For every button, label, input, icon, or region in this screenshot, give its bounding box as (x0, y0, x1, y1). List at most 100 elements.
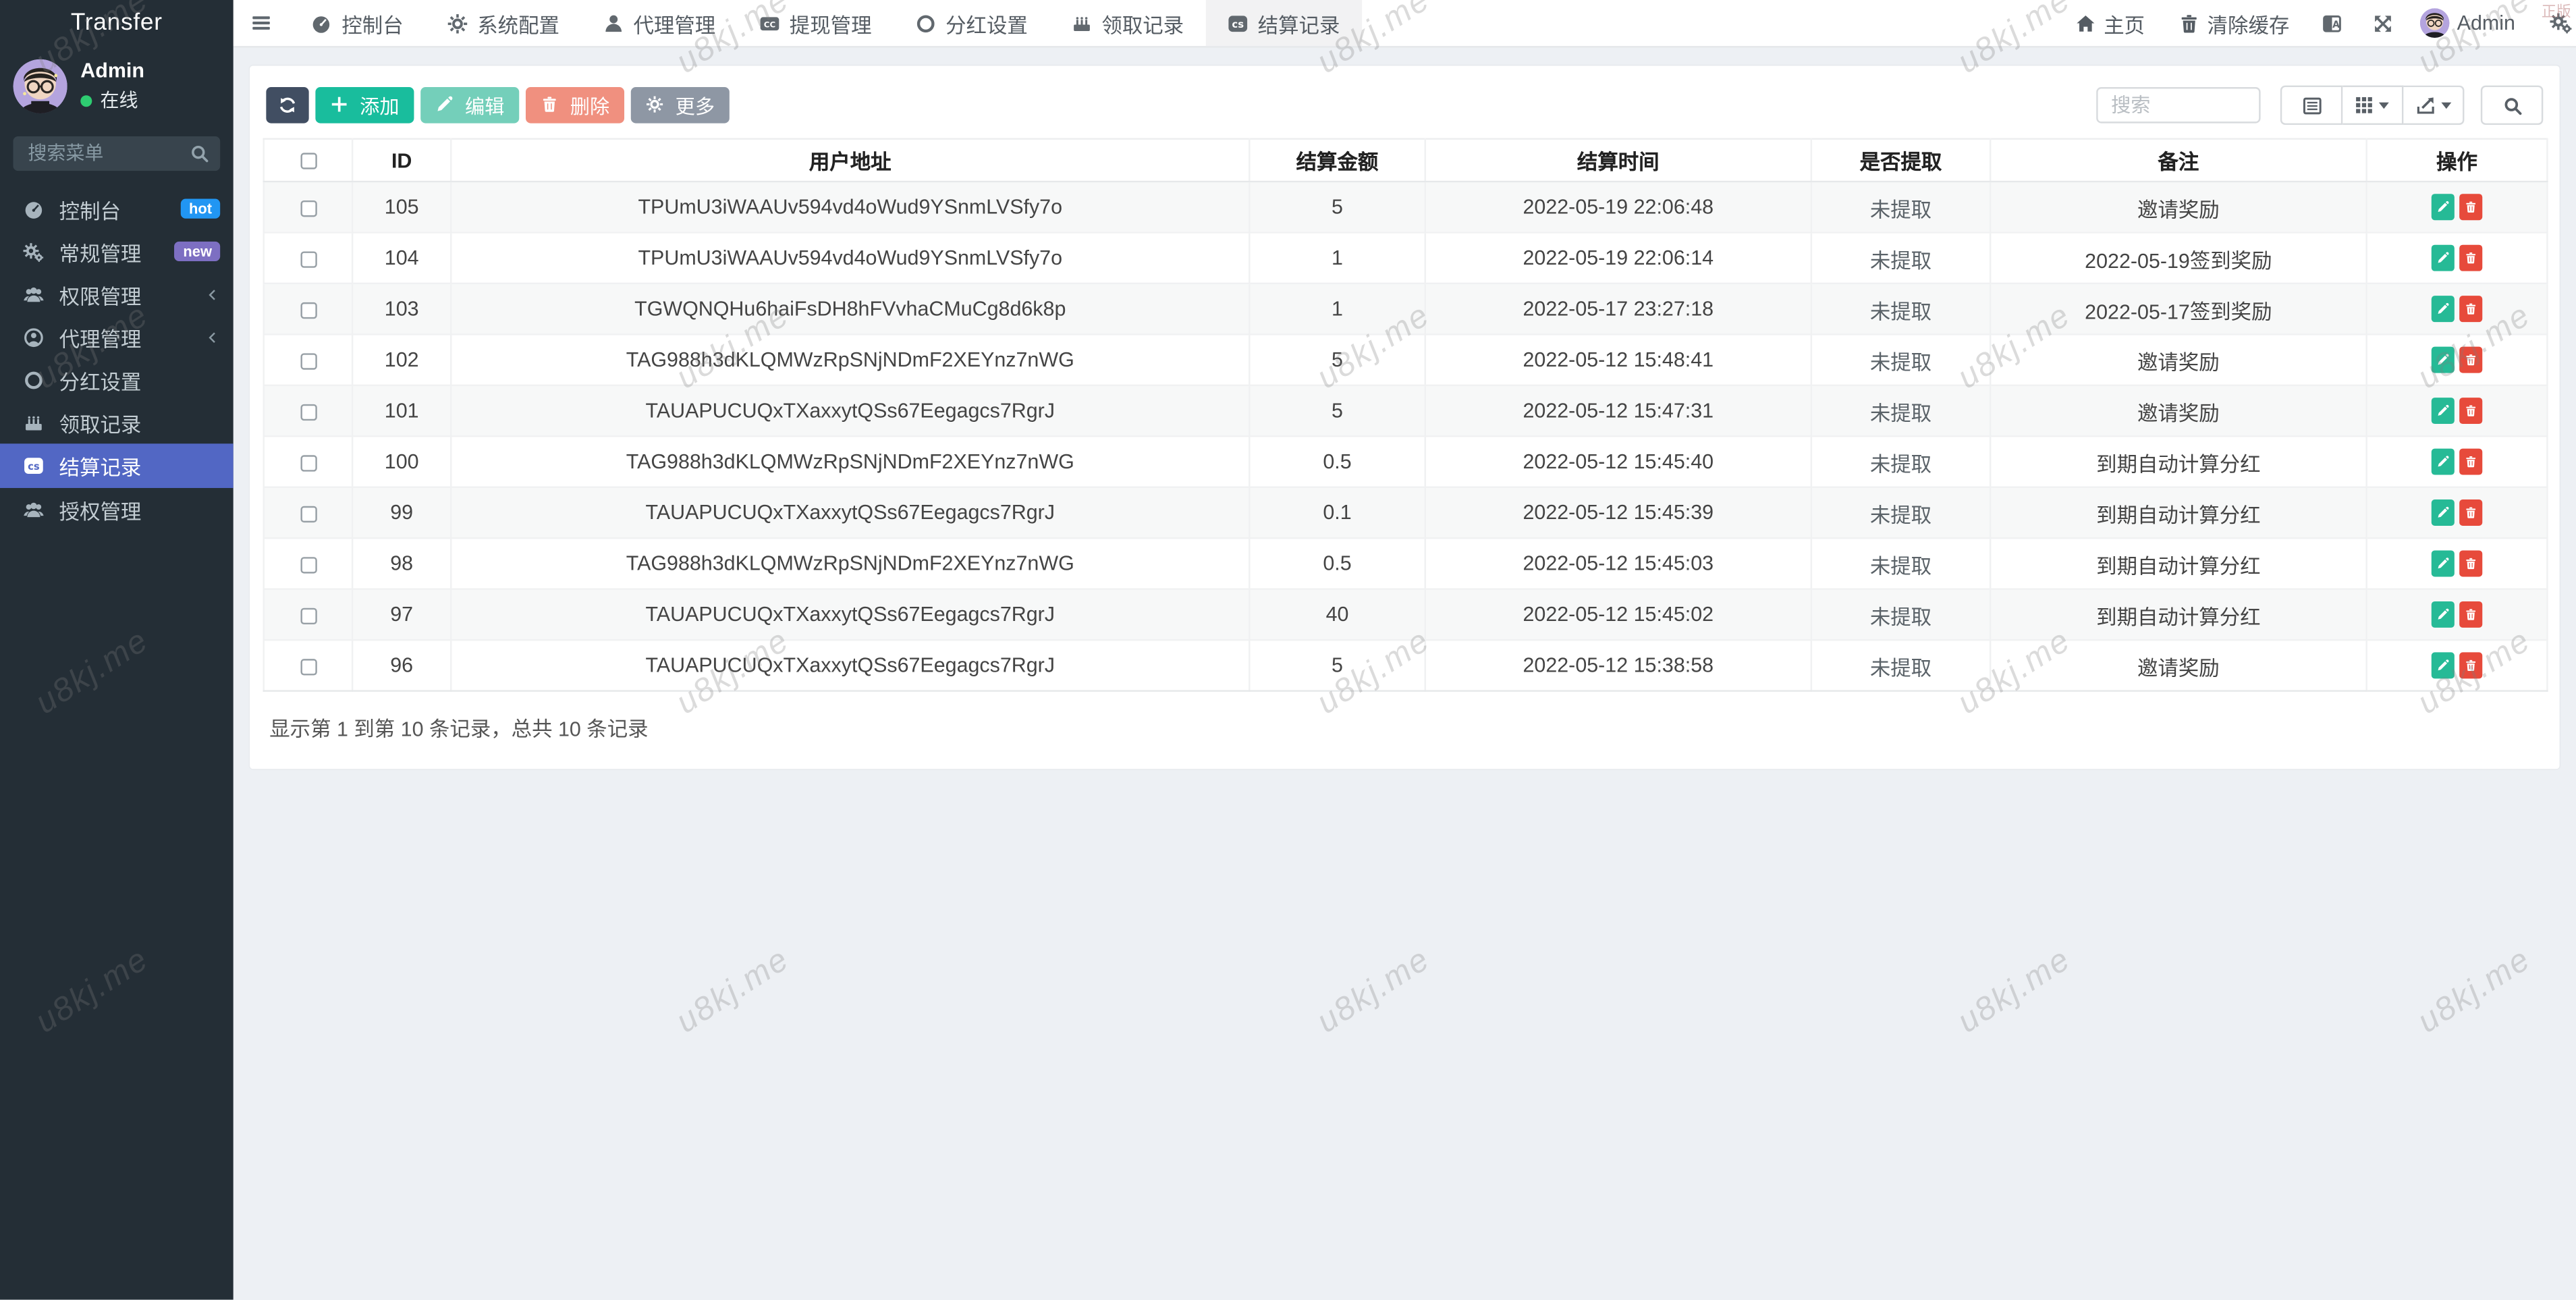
row-checkbox[interactable] (300, 302, 316, 318)
clear-cache-link[interactable]: 清除缓存 (2161, 0, 2305, 46)
tab-settlement-records[interactable]: cs 结算记录 (1205, 0, 1361, 46)
export-dropdown-icon[interactable] (2403, 86, 2464, 125)
row-delete-button[interactable] (2459, 449, 2482, 475)
row-edit-button[interactable] (2432, 194, 2455, 220)
sidebar-search (13, 136, 220, 171)
row-delete-button[interactable] (2459, 398, 2482, 424)
cell-remark: 到期自动计算分红 (1990, 589, 2366, 640)
cell-address: TAG988h3dKLQMWzRpSNjNDmF2XEYnz7nWG (451, 334, 1249, 385)
cell-id: 96 (352, 640, 451, 690)
trash-icon (2178, 12, 2199, 34)
row-edit-button[interactable] (2432, 652, 2455, 678)
avatar[interactable] (2419, 8, 2449, 38)
edit-button[interactable]: 编辑 (420, 87, 519, 124)
row-delete-button[interactable] (2459, 652, 2482, 678)
table-search-input[interactable] (2096, 87, 2260, 124)
row-checkbox[interactable] (300, 607, 316, 624)
content-area: 添加 编辑 删除 更多 (234, 46, 2576, 1300)
sidebar-item-agents[interactable]: 代理管理 (0, 315, 234, 358)
cell-remark: 到期自动计算分红 (1990, 487, 2366, 538)
search-icon[interactable] (189, 143, 211, 165)
sidebar-item-dividend[interactable]: 分红设置 (0, 358, 234, 401)
cell-id: 97 (352, 589, 451, 640)
cell-status: 未提取 (1811, 487, 1990, 538)
home-link[interactable]: 主页 (2058, 0, 2161, 46)
row-delete-button[interactable] (2459, 499, 2482, 526)
translate-icon[interactable]: A (2306, 0, 2357, 46)
tab-claim-records[interactable]: 领取记录 (1049, 0, 1205, 46)
topbar-user-label[interactable]: Admin (2457, 11, 2515, 34)
row-checkbox[interactable] (300, 455, 316, 471)
user-circle-icon (23, 326, 45, 348)
row-delete-button[interactable] (2459, 550, 2482, 576)
plus-icon (330, 94, 352, 116)
row-delete-button[interactable] (2459, 347, 2482, 373)
row-checkbox[interactable] (300, 404, 316, 420)
avatar[interactable] (13, 59, 67, 113)
home-icon (2074, 12, 2095, 34)
sidebar-item-label: 分红设置 (59, 364, 221, 395)
sidebar-item-settlements[interactable]: cs 结算记录 (0, 443, 234, 488)
table-row: 99TAUAPUCUQxTXaxxytQSs67Eegagcs7RgrJ0.12… (264, 487, 2548, 538)
sidebar-item-label: 结算记录 (59, 450, 221, 481)
online-label: 在线 (100, 87, 138, 113)
tab-dividend-settings[interactable]: 分红设置 (893, 0, 1049, 46)
row-checkbox[interactable] (300, 353, 316, 369)
row-delete-button[interactable] (2459, 245, 2482, 271)
table-row: 100TAG988h3dKLQMWzRpSNjNDmF2XEYnz7nWG0.5… (264, 436, 2548, 487)
delete-button[interactable]: 删除 (526, 87, 624, 124)
delete-label: 删除 (570, 91, 609, 119)
select-all-checkbox[interactable] (300, 153, 316, 169)
row-edit-button[interactable] (2432, 296, 2455, 322)
add-button[interactable]: 添加 (315, 87, 414, 124)
columns-dropdown-icon[interactable] (2342, 86, 2403, 125)
row-delete-button[interactable] (2459, 601, 2482, 628)
cell-time: 2022-05-12 15:45:03 (1425, 538, 1811, 589)
row-edit-button[interactable] (2432, 449, 2455, 475)
user-icon (602, 12, 624, 34)
fullscreen-icon[interactable] (2357, 0, 2407, 46)
more-button[interactable]: 更多 (631, 87, 730, 124)
online-dot (80, 94, 92, 106)
row-edit-button[interactable] (2432, 601, 2455, 628)
cell-id: 99 (352, 487, 451, 538)
row-delete-button[interactable] (2459, 296, 2482, 322)
refresh-button[interactable] (266, 87, 308, 124)
row-checkbox[interactable] (300, 557, 316, 573)
tab-dashboard[interactable]: 控制台 (289, 0, 424, 46)
header-remark: 备注 (1990, 139, 2366, 182)
cell-time: 2022-05-12 15:47:31 (1425, 385, 1811, 436)
tab-agents[interactable]: 代理管理 (581, 0, 737, 46)
svg-text:A: A (2332, 19, 2339, 30)
row-edit-button[interactable] (2432, 398, 2455, 424)
tab-withdrawals[interactable]: CC 提现管理 (737, 0, 893, 46)
tab-label: 代理管理 (634, 7, 716, 38)
search-button[interactable] (2481, 86, 2544, 125)
row-checkbox[interactable] (300, 200, 316, 216)
cell-actions (2367, 334, 2548, 385)
header-time: 结算时间 (1425, 139, 1811, 182)
row-edit-button[interactable] (2432, 245, 2455, 271)
view-button-group (2280, 86, 2465, 125)
cell-amount: 5 (1249, 385, 1425, 436)
hamburger-icon[interactable] (234, 0, 290, 46)
tab-system-config[interactable]: 系统配置 (424, 0, 580, 46)
row-edit-button[interactable] (2432, 347, 2455, 373)
sidebar-item-dashboard[interactable]: 控制台 hot (0, 188, 234, 230)
row-checkbox[interactable] (300, 658, 316, 674)
home-label: 主页 (2104, 7, 2145, 38)
cell-id: 100 (352, 436, 451, 487)
row-edit-button[interactable] (2432, 499, 2455, 526)
sidebar-item-authorization[interactable]: 授权管理 (0, 488, 234, 531)
row-checkbox[interactable] (300, 251, 316, 267)
detail-view-icon[interactable] (2280, 86, 2343, 125)
cell-actions (2367, 232, 2548, 283)
sidebar-item-permissions[interactable]: 权限管理 (0, 273, 234, 315)
sidebar-item-general[interactable]: 常规管理 new (0, 230, 234, 273)
cell-amount: 40 (1249, 589, 1425, 640)
sidebar-item-claims[interactable]: 领取记录 (0, 401, 234, 443)
row-edit-button[interactable] (2432, 550, 2455, 576)
row-checkbox[interactable] (300, 506, 316, 522)
row-delete-button[interactable] (2459, 194, 2482, 220)
table-row: 96TAUAPUCUQxTXaxxytQSs67Eegagcs7RgrJ5202… (264, 640, 2548, 690)
